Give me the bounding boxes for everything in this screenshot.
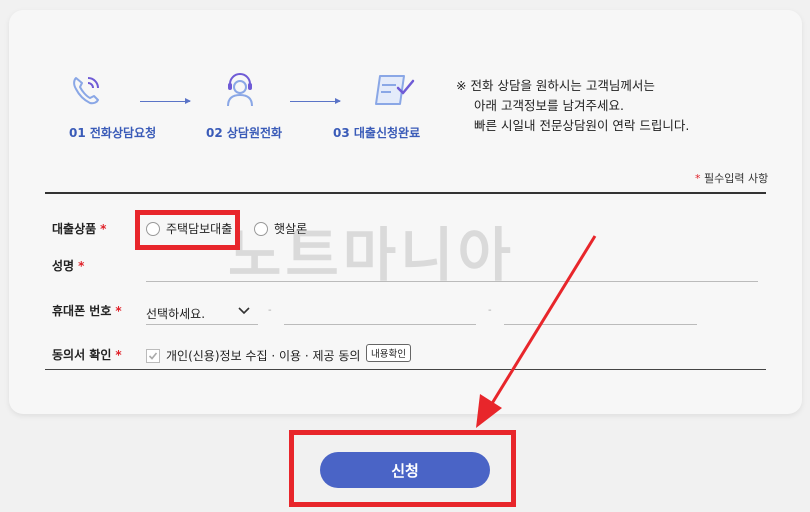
- document-check-icon: [372, 72, 418, 108]
- name-label-text: 성명: [52, 259, 75, 273]
- required-star: *: [100, 222, 107, 236]
- notice-mark: ※: [456, 78, 467, 93]
- required-star: *: [78, 259, 85, 273]
- form-top-divider: [45, 192, 766, 194]
- step-arrow-1: [140, 98, 191, 104]
- step-2-label: 02 상담원전화: [206, 126, 283, 140]
- required-star: *: [695, 172, 701, 185]
- notice-line-2: 아래 고객정보를 남겨주세요.: [474, 98, 624, 113]
- submit-button[interactable]: 신청: [320, 452, 490, 488]
- consent-label-text: 동의서 확인: [52, 348, 112, 362]
- step-1-label: 01 전화상담요청: [69, 126, 157, 140]
- phone-middle-input[interactable]: [284, 324, 476, 325]
- required-star: *: [115, 304, 122, 318]
- phone-prefix-underline: [146, 324, 258, 325]
- consent-checkbox[interactable]: [146, 348, 160, 363]
- highlight-box-loan-option: [135, 210, 240, 250]
- phone-call-icon: [68, 72, 104, 108]
- form-bottom-divider: [45, 369, 766, 370]
- loan-product-label: 대출상품 *: [52, 220, 106, 237]
- phone-prefix-select[interactable]: 선택하세요.: [146, 303, 258, 322]
- required-note-text: 필수입력 사항: [704, 172, 769, 185]
- view-terms-button[interactable]: 내용확인: [366, 344, 411, 362]
- required-note: * 필수입력 사항: [695, 170, 768, 186]
- checkmark-icon: [148, 351, 158, 360]
- phone-separator: -: [268, 305, 272, 316]
- annotation-arrow: [476, 235, 597, 428]
- required-star: *: [115, 348, 122, 362]
- consent-checkbox-row[interactable]: 개인(신용)정보 수집 · 이용 · 제공 동의: [146, 345, 360, 364]
- consent-label: 동의서 확인 *: [52, 346, 122, 363]
- step-arrow-2: [290, 98, 341, 104]
- step-3-label: 03 대출신청완료: [333, 126, 421, 140]
- phone-label: 휴대폰 번호 *: [52, 302, 122, 319]
- notice-line-3: 빠른 시일내 전문상담원이 연락 드립니다.: [474, 118, 690, 133]
- loan-product-label-text: 대출상품: [52, 222, 97, 236]
- chevron-down-icon: [238, 307, 250, 315]
- notice-line-1: 전화 상담을 원하시는 고객님께서는: [470, 78, 655, 93]
- name-label: 성명 *: [52, 257, 84, 274]
- phone-prefix-value: 선택하세요.: [146, 307, 206, 321]
- phone-label-text: 휴대폰 번호: [52, 304, 112, 318]
- notice-text: ※ 전화 상담을 원하시는 고객님께서는 아래 고객정보를 남겨주세요. 빠른 …: [456, 76, 689, 136]
- consent-text: 개인(신용)정보 수집 · 이용 · 제공 동의: [166, 349, 361, 363]
- headset-agent-icon: [222, 70, 258, 108]
